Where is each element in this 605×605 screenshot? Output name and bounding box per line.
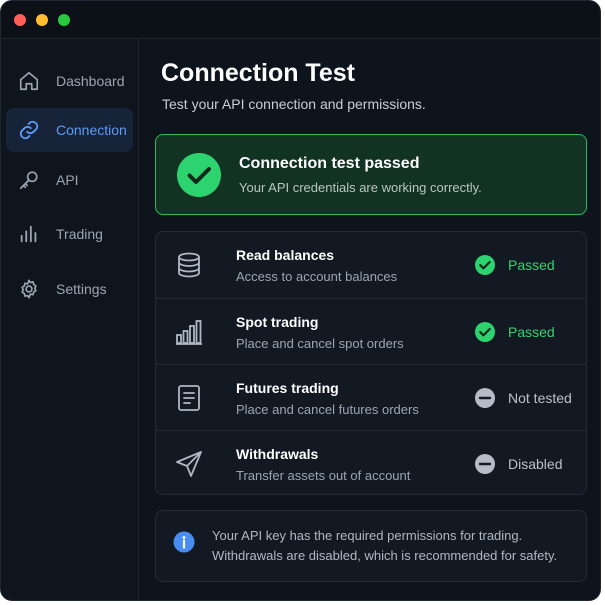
minimize-window-button[interactable] — [36, 14, 48, 26]
page-title: Connection Test — [161, 59, 355, 87]
document-icon — [178, 385, 200, 411]
permission-row-withdrawals: Withdrawals Transfer assets out of accou… — [156, 430, 586, 496]
status-label: Not tested — [508, 390, 572, 406]
bar-chart-icon — [176, 320, 202, 345]
title-bar — [1, 1, 600, 39]
info-notice: Your API key has the required permission… — [155, 510, 587, 582]
check-circle-icon — [177, 153, 221, 197]
info-text-line: Your API key has the required permission… — [212, 528, 523, 543]
sidebar-item-label: Dashboard — [56, 73, 125, 89]
permission-row-spot-trading: Spot trading Place and cancel spot order… — [156, 298, 586, 364]
sidebar-item-trading[interactable]: Trading — [6, 212, 133, 256]
check-circle-icon — [475, 255, 495, 275]
app-window: Dashboard Connection API Trading Setting… — [0, 0, 601, 601]
send-icon — [176, 451, 202, 477]
sidebar-item-label: Connection — [56, 122, 127, 138]
page-subtitle: Test your API connection and permissions… — [162, 96, 426, 112]
gear-icon — [21, 279, 37, 299]
banner-description: Your API credentials are working correct… — [239, 180, 482, 195]
status-label: Passed — [508, 324, 555, 340]
permission-description: Place and cancel futures orders — [236, 402, 419, 417]
sidebar-item-connection[interactable]: Connection — [6, 108, 133, 152]
permission-title: Spot trading — [236, 314, 319, 330]
minus-circle-icon — [475, 454, 495, 474]
sidebar-item-label: Settings — [56, 281, 107, 297]
sidebar-item-label: API — [56, 172, 79, 188]
sidebar-item-dashboard[interactable]: Dashboard — [6, 59, 133, 103]
status-label: Passed — [508, 257, 555, 273]
connection-status-banner: Connection test passed Your API credenti… — [155, 134, 587, 215]
sidebar-item-api[interactable]: API — [6, 158, 133, 202]
link-icon — [19, 120, 39, 140]
sidebar-item-label: Trading — [56, 226, 103, 242]
permission-title: Read balances — [236, 247, 335, 263]
check-circle-icon — [475, 322, 495, 342]
info-icon — [173, 531, 195, 553]
home-icon — [19, 71, 39, 91]
main-content: Connection Test Test your API connection… — [140, 39, 600, 600]
sidebar: Dashboard Connection API Trading Setting… — [1, 39, 139, 600]
permission-row-read-balances: Read balances Access to account balances… — [156, 232, 586, 298]
permission-title: Withdrawals — [236, 446, 319, 462]
permission-description: Transfer assets out of account — [236, 468, 411, 483]
status-label: Disabled — [508, 456, 563, 472]
info-text-line: Withdrawals are disabled, which is recom… — [212, 548, 558, 563]
maximize-window-button[interactable] — [58, 14, 70, 26]
permission-title: Futures trading — [236, 380, 339, 396]
permission-row-futures-trading: Futures trading Place and cancel futures… — [156, 364, 586, 430]
permission-description: Place and cancel spot orders — [236, 336, 404, 351]
banner-title: Connection test passed — [239, 155, 420, 172]
bar-chart-icon — [20, 225, 37, 243]
permission-description: Access to account balances — [236, 269, 398, 284]
sidebar-item-settings[interactable]: Settings — [6, 267, 133, 311]
key-icon — [19, 171, 38, 190]
minus-circle-icon — [475, 388, 495, 408]
permissions-list: Read balances Access to account balances… — [155, 231, 587, 495]
database-icon — [178, 252, 200, 278]
close-window-button[interactable] — [14, 14, 26, 26]
